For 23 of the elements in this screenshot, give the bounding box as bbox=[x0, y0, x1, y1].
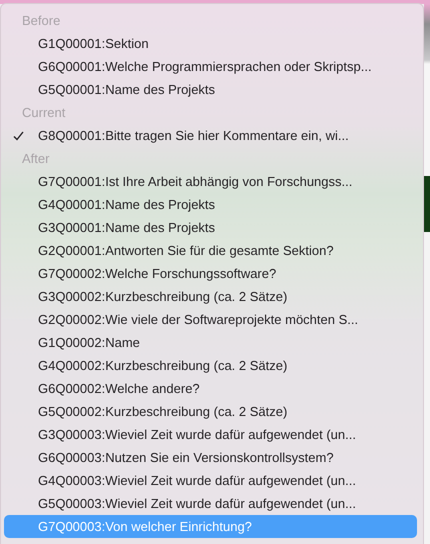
menu-item[interactable]: G7Q00001:Ist Ihre Arbeit abhängig von Forschungss... bbox=[4, 170, 417, 193]
menu-item[interactable]: G7Q00002:Welche Forschungssoftware? bbox=[4, 262, 417, 285]
menu-item[interactable]: G6Q00003:Nutzen Sie ein Versionskontrollsystem? bbox=[4, 446, 417, 469]
menu-item[interactable]: G3Q00001:Name des Projekts bbox=[4, 216, 417, 239]
checkmark-icon bbox=[12, 130, 24, 140]
menu-item[interactable]: G4Q00003:Wieviel Zeit wurde dafür aufgewendet (un... bbox=[4, 469, 417, 492]
menu-item[interactable]: G2Q00001:Antworten Sie für die gesamte Sektion? bbox=[4, 239, 417, 262]
menu-item[interactable]: G2Q00002:Wie viele der Softwareprojekte möchten S... bbox=[4, 308, 417, 331]
menu-item[interactable]: G6Q00001:Welche Programmiersprachen oder Skriptsp... bbox=[4, 55, 417, 78]
section-header: Current bbox=[21, 104, 66, 122]
menu-item[interactable]: G5Q00001:Name des Projekts bbox=[4, 78, 417, 101]
menu-item[interactable]: G5Q00003:Wieviel Zeit wurde dafür aufgewendet (un... bbox=[4, 492, 417, 515]
menu-item[interactable]: G6Q00002:Welche andere? bbox=[4, 377, 417, 400]
menu-item[interactable]: G4Q00002:Kurzbeschreibung (ca. 2 Sätze) bbox=[4, 354, 417, 377]
menu-item[interactable]: G1Q00002:Name bbox=[4, 331, 417, 354]
menu-item[interactable]: G4Q00001:Name des Projekts bbox=[4, 193, 417, 216]
menu-item[interactable]: G1Q00001:Sektion bbox=[4, 32, 417, 55]
section-header: After bbox=[21, 150, 50, 168]
menu-item[interactable]: G5Q00002:Kurzbeschreibung (ca. 2 Sätze) bbox=[4, 400, 417, 423]
menu-item[interactable]: G3Q00002:Kurzbeschreibung (ca. 2 Sätze) bbox=[4, 285, 417, 308]
section-header: Before bbox=[21, 12, 62, 30]
menu-item[interactable]: G3Q00003:Wieviel Zeit wurde dafür aufgewendet (un... bbox=[4, 423, 417, 446]
menu-item[interactable]: G8Q00001:Bitte tragen Sie hier Kommentare ein, wi... bbox=[4, 124, 417, 147]
